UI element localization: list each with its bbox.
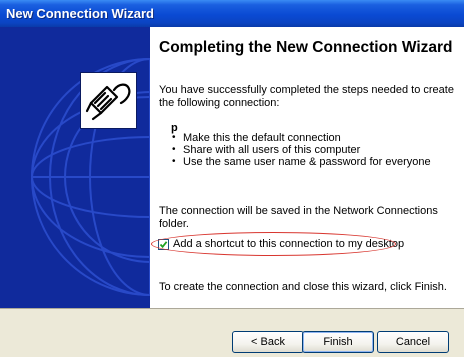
window-title-bar[interactable]: New Connection Wizard (0, 0, 464, 27)
wizard-content: Completing the New Connection Wizard You… (150, 27, 464, 308)
shortcut-checkbox-label[interactable]: Add a shortcut to this connection to my … (173, 238, 404, 250)
wizard-side-panel (0, 27, 150, 308)
finish-note: To create the connection and close this … (159, 281, 447, 293)
list-item: Make this the default connection (171, 132, 431, 144)
shortcut-checkbox-row[interactable]: Add a shortcut to this connection to my … (158, 236, 404, 252)
back-button[interactable]: < Back (232, 331, 304, 353)
network-connection-icon (85, 83, 131, 121)
connection-options-list: Make this the default connection Share w… (171, 132, 431, 168)
button-bar: < Back Finish Cancel (0, 308, 464, 357)
page-title: Completing the New Connection Wizard (159, 39, 453, 56)
saved-note: The connection will be saved in the Netw… (159, 205, 438, 230)
shortcut-checkbox[interactable] (158, 238, 169, 250)
checkmark-icon (159, 240, 168, 248)
intro-text: You have successfully completed the step… (159, 84, 454, 109)
finish-button[interactable]: Finish (302, 331, 374, 353)
cancel-button[interactable]: Cancel (377, 331, 449, 353)
list-item: Share with all users of this computer (171, 144, 431, 156)
connection-icon-frame (80, 72, 137, 129)
globe-watermark-icon (31, 58, 150, 296)
list-item: Use the same user name & password for ev… (171, 156, 431, 168)
window-title: New Connection Wizard (6, 6, 154, 21)
